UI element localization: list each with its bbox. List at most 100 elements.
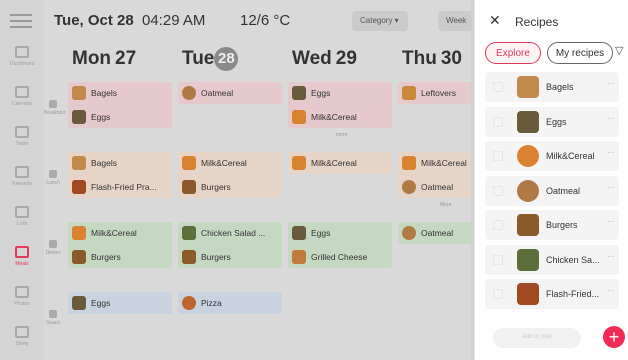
filter-icon[interactable]: ▽: [615, 44, 623, 57]
rail-item-meals[interactable]: Meals: [0, 246, 44, 280]
recipe-checkbox[interactable]: [493, 116, 503, 127]
food-thumbnail: [402, 226, 416, 240]
recipe-row[interactable]: Flash-Fried... ···: [485, 279, 619, 309]
recipe-row[interactable]: Oatmeal ···: [485, 175, 619, 206]
food-thumbnail: [182, 86, 196, 100]
more-options-icon[interactable]: ···: [607, 78, 615, 89]
recipe-row[interactable]: Eggs ···: [485, 106, 619, 137]
rail-item-calendar[interactable]: Calendar: [0, 86, 44, 120]
meal-label-breakfast: Breakfast: [44, 100, 65, 116]
meal-entry[interactable]: Bagels: [72, 84, 170, 102]
meal-entry-name: Burgers: [201, 252, 231, 262]
food-thumbnail: [517, 110, 539, 133]
more-options-icon[interactable]: ···: [607, 147, 615, 158]
recipes-panel: ✕ Recipes Explore My recipes ▽ Bagels ···…: [474, 0, 628, 360]
food-thumbnail: [292, 226, 306, 240]
category-dropdown[interactable]: Category ▾: [352, 11, 408, 31]
meal-entry[interactable]: Flash-Fried Pra...: [72, 178, 170, 196]
tasks-icon: [15, 126, 29, 138]
meal-entry-name: Flash-Fried Pra...: [91, 182, 157, 192]
day-header-thu[interactable]: Thu 30: [402, 48, 462, 70]
meal-entry[interactable]: Eggs: [292, 84, 390, 102]
tab-my-recipes[interactable]: My recipes: [547, 42, 613, 64]
day-header-mon[interactable]: Mon 27: [72, 48, 136, 70]
day-number: 30: [440, 48, 462, 69]
rail-item-sleep[interactable]: Sleep: [0, 326, 44, 360]
food-thumbnail: [72, 250, 86, 264]
meal-label-lunch: Lunch: [44, 170, 62, 186]
meal-entry[interactable]: Milk&Cereal: [182, 154, 280, 172]
meal-entry[interactable]: Milk&Cereal: [292, 108, 390, 126]
meal-label-text: Lunch: [46, 180, 60, 186]
meal-entry[interactable]: Eggs: [72, 108, 170, 126]
meal-entry[interactable]: Eggs: [292, 224, 390, 242]
rail-item-photos[interactable]: Photos: [0, 286, 44, 320]
meal-entry-name: Oatmeal: [201, 88, 234, 98]
food-thumbnail: [517, 248, 539, 271]
meal-entry[interactable]: Burgers: [182, 178, 280, 196]
close-icon[interactable]: ✕: [489, 12, 501, 29]
meal-entry[interactable]: Grilled Cheese: [292, 248, 390, 266]
meal-entry[interactable]: Eggs: [72, 294, 170, 312]
meal-label-text: Dinner: [45, 250, 61, 256]
meal-entry[interactable]: Oatmeal: [182, 84, 280, 102]
meal-icon: [49, 100, 57, 108]
today-badge: 28: [214, 47, 239, 71]
meal-entry-name: Burgers: [91, 252, 121, 262]
calendar-icon: [15, 86, 29, 98]
rail-item-label: Calendar: [11, 101, 33, 107]
recipe-checkbox[interactable]: [493, 82, 503, 92]
day-name: Wed: [292, 48, 332, 69]
rail-item-rewards[interactable]: Rewards: [0, 166, 44, 200]
recipe-checkbox[interactable]: [493, 151, 503, 161]
rail-item-tasks[interactable]: Tasks: [0, 126, 44, 160]
meal-label-snack: Snack: [44, 310, 62, 326]
tab-explore[interactable]: Explore: [485, 42, 541, 64]
recipe-checkbox[interactable]: [493, 289, 503, 299]
day-number: 29: [335, 48, 357, 69]
food-thumbnail: [292, 86, 306, 100]
left-nav-rail: Dashboard Calendar Tasks Rewards Lists Meals P…: [0, 0, 44, 360]
menu-icon[interactable]: [10, 14, 32, 28]
meal-entry-name: Milk&Cereal: [311, 158, 357, 168]
meal-entry[interactable]: Bagels: [72, 154, 170, 172]
more-link[interactable]: more: [336, 132, 347, 138]
rail-item-dashboard[interactable]: Dashboard: [0, 46, 44, 80]
day-number: 27: [115, 48, 137, 69]
add-to-plan-button[interactable]: Add to plan: [493, 328, 581, 348]
food-thumbnail: [72, 226, 86, 240]
add-recipe-button[interactable]: +: [603, 326, 625, 348]
meal-entry[interactable]: Burgers: [72, 248, 170, 266]
more-options-icon[interactable]: ···: [607, 251, 615, 262]
meal-entry-name: Eggs: [91, 298, 111, 308]
panel-title: Recipes: [515, 15, 559, 29]
recipe-checkbox[interactable]: [493, 185, 503, 196]
food-thumbnail: [72, 180, 86, 194]
recipe-row[interactable]: Bagels ···: [485, 72, 619, 102]
recipe-checkbox[interactable]: [493, 220, 503, 230]
recipe-row[interactable]: Milk&Cereal ···: [485, 141, 619, 171]
food-thumbnail: [182, 180, 196, 194]
meal-entry[interactable]: Chicken Salad ...: [182, 224, 280, 242]
recipe-checkbox[interactable]: [493, 254, 503, 265]
meal-entry-name: Grilled Cheese: [311, 252, 368, 262]
day-header-wed[interactable]: Wed 29: [292, 48, 357, 70]
more-options-icon[interactable]: ···: [607, 113, 615, 124]
day-header-tue[interactable]: Tue 28: [182, 47, 239, 71]
food-thumbnail: [182, 250, 196, 264]
meal-entry[interactable]: Burgers: [182, 248, 280, 266]
meal-entry-name: Eggs: [311, 88, 331, 98]
recipe-row[interactable]: Burgers ···: [485, 210, 619, 240]
meal-entry[interactable]: Milk&Cereal: [292, 154, 390, 172]
recipe-row[interactable]: Chicken Sa... ···: [485, 244, 619, 275]
recipe-name: Chicken Sa...: [546, 254, 600, 265]
more-link[interactable]: More: [440, 202, 451, 208]
meal-entry[interactable]: Milk&Cereal: [72, 224, 170, 242]
meal-entry[interactable]: Pizza: [182, 294, 280, 312]
more-options-icon[interactable]: ···: [607, 216, 615, 227]
rail-item-lists[interactable]: Lists: [0, 206, 44, 240]
meal-entry-name: Eggs: [91, 112, 111, 122]
more-options-icon[interactable]: ···: [607, 285, 615, 296]
recipe-name: Bagels: [546, 82, 574, 92]
more-options-icon[interactable]: ···: [607, 182, 615, 193]
